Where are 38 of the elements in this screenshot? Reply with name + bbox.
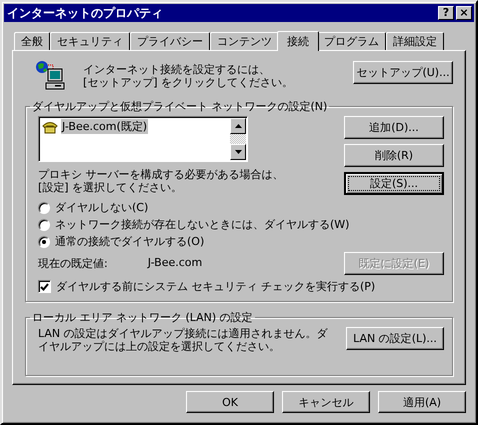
dialog-button[interactable]: キャンセル xyxy=(282,391,370,413)
dialog-button[interactable]: 削除(R) xyxy=(344,144,444,167)
tab[interactable]: プログラム xyxy=(317,32,386,50)
scrollbar[interactable] xyxy=(230,118,246,160)
connection-item[interactable]: J-Bee.com(既定) xyxy=(61,119,148,134)
tab[interactable]: 詳細設定 xyxy=(386,32,444,50)
proxy-instructions: プロキシ サーバーを構成する必要がある場合は、 [設定] を選択してください。 xyxy=(38,168,284,194)
current-default-label: 現在の既定値: xyxy=(38,256,108,271)
checkbox-label: ダイヤルする前にシステム セキュリティ チェックを実行する(P) xyxy=(56,279,376,294)
checkbox[interactable] xyxy=(38,280,51,293)
help-button[interactable]: ? xyxy=(438,6,454,20)
setup-instructions: インターネット接続を設定するには、 [セットアップ] をクリックしてください。 xyxy=(83,63,294,89)
radio-label: ネットワーク接続が存在しないときには、ダイヤルする(W) xyxy=(55,217,350,232)
radio-label: ダイヤルしない(C) xyxy=(55,200,148,215)
lan-description: LAN の設定はダイヤルアップ接続には適用されません。ダイヤルアップには上の設定を選択してください。 xyxy=(38,327,328,353)
current-default-value: J-Bee.com xyxy=(148,256,202,271)
connection-list[interactable]: J-Bee.com(既定) xyxy=(38,116,248,162)
radio-button[interactable] xyxy=(38,202,50,214)
group-title: ダイヤルアップと仮想プライベート ネットワークの設定(N) xyxy=(31,99,328,114)
radio-label: 通常の接続でダイヤルする(O) xyxy=(55,234,204,249)
tab[interactable]: 全般 xyxy=(14,32,50,50)
radio-button[interactable] xyxy=(38,218,50,230)
dialog-button[interactable]: 適用(A) xyxy=(378,391,466,413)
tab[interactable]: プライバシー xyxy=(130,32,210,50)
dialog-button[interactable]: 設定(S)... xyxy=(344,172,444,195)
radio-button[interactable] xyxy=(38,236,50,248)
down-arrow-icon xyxy=(234,150,242,154)
up-arrow-icon xyxy=(234,124,242,128)
tab[interactable]: セキュリティ xyxy=(50,32,130,50)
dialog-button[interactable]: OK xyxy=(186,391,274,413)
window-title: インターネットのプロパティ xyxy=(7,4,163,22)
tab[interactable]: 接続 xyxy=(277,31,319,51)
dialog-button[interactable]: 追加(D)... xyxy=(344,116,444,139)
setup-button[interactable]: セットアップ(U)... xyxy=(353,61,453,84)
lan-settings-button[interactable]: LAN の設定(L)... xyxy=(346,327,444,350)
tab[interactable]: コンテンツ xyxy=(210,32,279,50)
group-title: ローカル エリア ネットワーク (LAN) の設定 xyxy=(31,310,254,325)
close-button[interactable]: × xyxy=(456,6,472,20)
